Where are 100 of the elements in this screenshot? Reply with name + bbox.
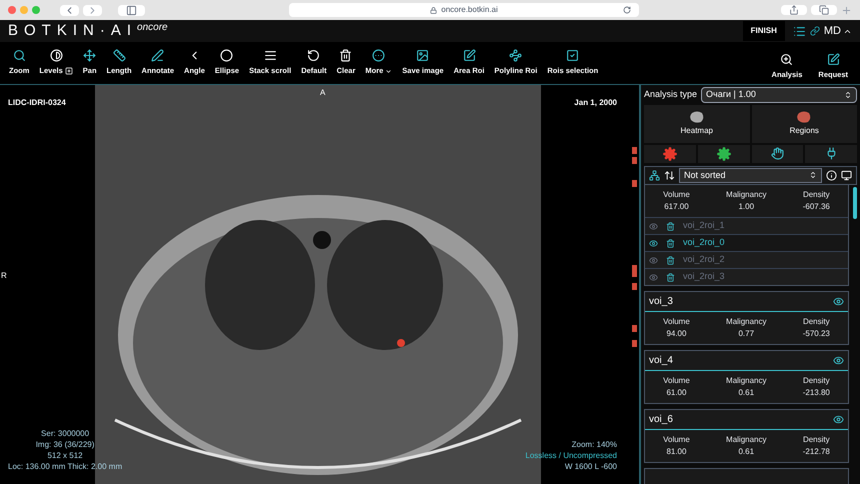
- sidebar-icon: [126, 4, 137, 16]
- search-icon: [12, 49, 26, 62]
- stat-value: -607.36: [802, 201, 830, 213]
- plug-icon: [824, 147, 838, 160]
- image-info-text: 512 x 512: [47, 450, 83, 461]
- image-info-text: W 1600 L -600: [564, 461, 617, 472]
- logo: BOTKIN·AI: [8, 20, 138, 41]
- finish-button[interactable]: FINISH: [742, 21, 785, 41]
- stat-value: 61.00: [665, 387, 688, 399]
- filter-button[interactable]: [644, 144, 696, 162]
- splat-icon: [662, 146, 677, 160]
- image-icon: [416, 49, 430, 62]
- back-button[interactable]: [60, 4, 79, 16]
- view-mode-button[interactable]: Heatmap: [644, 104, 750, 142]
- stat-label: Malignancy: [726, 316, 766, 328]
- polyline-icon: [509, 49, 522, 62]
- scrollbar-thumb[interactable]: [853, 187, 857, 219]
- stat-label: Volume: [663, 434, 690, 446]
- slice-marker: [632, 340, 637, 347]
- checkbox-icon: [566, 49, 580, 62]
- undo-icon: [307, 49, 320, 62]
- stat-label: Density: [802, 375, 830, 387]
- roi-name: voi_2roi_0: [683, 236, 725, 250]
- lock-icon: [430, 6, 438, 14]
- info-icon[interactable]: [826, 170, 837, 181]
- trash-icon[interactable]: [666, 238, 675, 248]
- eye-icon[interactable]: [833, 355, 844, 366]
- sort-icon[interactable]: [664, 170, 675, 181]
- eye-icon[interactable]: [649, 272, 658, 282]
- roi-row[interactable]: voi_2roi_0: [645, 234, 848, 251]
- trash-icon[interactable]: [666, 272, 675, 282]
- blob-icon: [796, 110, 812, 124]
- stat-value: -213.80: [802, 387, 830, 399]
- address-bar[interactable]: oncore.botkin.ai: [289, 3, 639, 17]
- eye-icon[interactable]: [833, 414, 844, 425]
- trash-icon[interactable]: [666, 256, 675, 264]
- voi-name: voi_6: [649, 413, 673, 427]
- sort-select[interactable]: Not sorted: [679, 168, 822, 183]
- edit-icon: [462, 49, 476, 62]
- filter-button[interactable]: [752, 144, 804, 162]
- trash-icon: [339, 49, 352, 62]
- edit-icon: [826, 53, 840, 66]
- plus-box-icon: [64, 67, 73, 75]
- filter-button[interactable]: [805, 144, 857, 162]
- slice-marker: [632, 283, 637, 290]
- stat-label: Malignancy: [726, 189, 766, 201]
- slice-marker: [632, 147, 637, 154]
- blob-icon: [688, 110, 705, 124]
- more-icon: [372, 49, 386, 62]
- voi-name: voi_3: [649, 295, 673, 309]
- stat-value: 0.61: [737, 446, 756, 458]
- trash-icon[interactable]: [666, 222, 675, 230]
- share-icon: [789, 5, 799, 15]
- filter-button[interactable]: [698, 144, 750, 162]
- tabs-icon: [819, 5, 829, 15]
- stat-value: -570.23: [802, 328, 830, 340]
- link-icon[interactable]: [810, 26, 820, 36]
- hand-icon: [770, 147, 784, 160]
- list-icon[interactable]: [792, 24, 806, 38]
- monitor-icon[interactable]: [841, 170, 852, 181]
- updown-caret-icon: [809, 171, 817, 180]
- tabs-button[interactable]: [811, 5, 837, 15]
- image-info-text: Lossless / Uncompressed: [525, 450, 617, 461]
- url-text: oncore.botkin.ai: [441, 4, 498, 16]
- image-info-text: Zoom: 140%: [572, 439, 617, 450]
- image-info-text: Loc: 136.00 mm Thick: 2.00 mm: [8, 461, 122, 472]
- slice-marker: [632, 325, 637, 332]
- pen-icon: [151, 49, 164, 62]
- tree-icon[interactable]: [649, 170, 660, 181]
- stat-label: Volume: [663, 375, 690, 387]
- slice-marker: [632, 157, 637, 164]
- share-button[interactable]: [781, 5, 807, 15]
- eye-icon[interactable]: [649, 256, 658, 264]
- orientation-label: A: [320, 87, 326, 99]
- contrast-icon: [50, 49, 63, 62]
- roi-name: voi_2roi_1: [683, 219, 725, 232]
- splat-icon: [716, 146, 731, 160]
- stat-label: Volume: [663, 316, 690, 328]
- ruler-icon: [112, 49, 126, 62]
- user-menu[interactable]: MD: [824, 22, 852, 40]
- reload-icon[interactable]: [623, 6, 631, 14]
- eye-icon[interactable]: [649, 222, 658, 230]
- analysis-type-label: Analysis type: [644, 88, 698, 101]
- stat-label: Malignancy: [726, 434, 766, 446]
- eye-icon[interactable]: [833, 296, 844, 307]
- stat-value: 81.00: [665, 446, 688, 458]
- caret-icon: [385, 68, 392, 74]
- image-info-text: Img: 36 (36/229): [36, 439, 94, 450]
- orientation-label: R: [1, 270, 7, 282]
- circle-icon: [220, 49, 234, 62]
- stat-label: Density: [802, 316, 830, 328]
- patient-id: LIDC-IDRI-0324: [8, 97, 66, 109]
- stat-value: 0.61: [737, 387, 756, 399]
- eye-icon[interactable]: [649, 238, 658, 248]
- view-mode-button[interactable]: Regions: [752, 104, 857, 142]
- move-icon: [83, 49, 96, 62]
- roi-name: voi_2roi_2: [683, 253, 725, 266]
- analysis-type-select[interactable]: Очаги | 1.00: [701, 87, 857, 102]
- stat-value: 0.77: [737, 328, 756, 340]
- sidebar-button[interactable]: [118, 4, 145, 16]
